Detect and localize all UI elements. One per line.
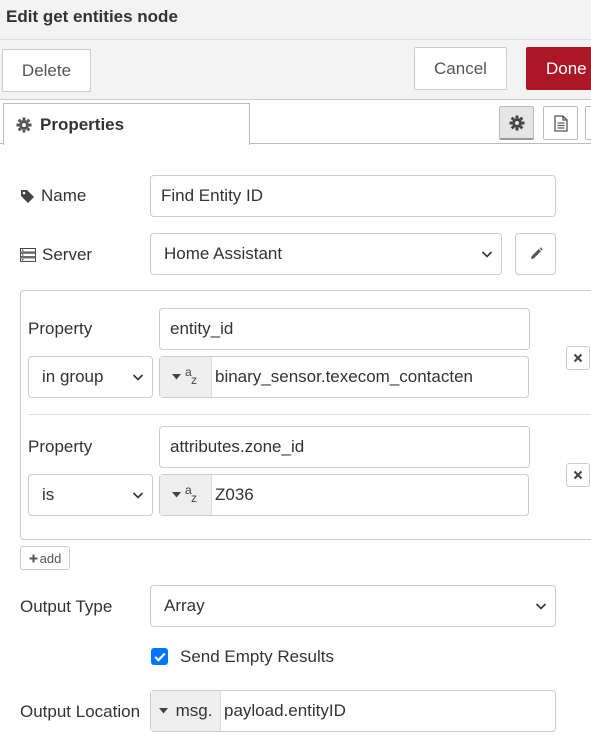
condition-value-input[interactable]: az Z036 — [159, 474, 529, 516]
caret-down-icon — [158, 708, 168, 714]
server-icon — [20, 248, 36, 262]
send-empty-results-label: Send Empty Results — [180, 647, 335, 666]
string-type-icon: az — [185, 483, 197, 505]
close-icon — [573, 470, 583, 480]
appearance-tab-button[interactable] — [585, 106, 591, 140]
remove-condition-button[interactable] — [566, 346, 590, 370]
add-condition-button[interactable]: add — [20, 546, 70, 570]
condition-property-label: Property — [28, 437, 93, 456]
tag-icon — [21, 189, 34, 203]
chevron-down-icon — [535, 603, 547, 610]
condition-property-input[interactable]: attributes.zone_id — [159, 426, 530, 468]
dialog-title: Edit get entities node — [6, 7, 178, 26]
plus-icon — [29, 554, 38, 562]
cancel-button[interactable]: Cancel — [414, 47, 507, 90]
type-selector-button[interactable]: msg. — [151, 691, 221, 731]
condition-property-input[interactable]: entity_id — [159, 308, 530, 350]
tab-properties-label: Properties — [40, 114, 125, 134]
condition-value-input[interactable]: az binary_sensor.texecom_contacten — [159, 356, 529, 398]
string-type-icon: az — [185, 365, 197, 387]
settings-tab-button[interactable] — [499, 106, 534, 140]
chevron-down-icon — [132, 374, 144, 381]
type-selector-button[interactable]: az — [160, 475, 212, 515]
caret-down-icon — [172, 374, 181, 380]
output-location-input[interactable]: msg. payload.entityID — [150, 690, 556, 732]
gear-icon — [16, 117, 32, 132]
condition-value-text: binary_sensor.texecom_contacten — [215, 367, 473, 386]
send-empty-results-checkbox[interactable] — [151, 648, 168, 665]
condition-divider — [28, 414, 591, 415]
name-label: Name — [20, 185, 86, 207]
output-type-value: Array — [164, 596, 205, 615]
condition-operator-select[interactable]: is — [28, 474, 153, 516]
output-type-select[interactable]: Array — [150, 585, 556, 627]
add-condition-label: add — [39, 550, 62, 566]
chevron-down-icon — [481, 251, 493, 258]
condition-property-label: Property — [28, 319, 93, 338]
close-icon — [573, 353, 583, 363]
remove-condition-button[interactable] — [566, 463, 590, 487]
dialog-header: Edit get entities node — [0, 0, 591, 40]
server-label: Server — [20, 244, 92, 266]
output-location-value: payload.entityID — [224, 701, 346, 720]
document-icon — [553, 114, 568, 132]
caret-down-icon — [172, 492, 181, 498]
tab-bar: Properties — [0, 100, 591, 145]
condition-operator-value: is — [42, 485, 55, 504]
condition-operator-select[interactable]: in group — [28, 356, 153, 398]
pencil-icon — [530, 247, 543, 259]
edit-server-button[interactable] — [515, 233, 556, 275]
output-type-label: Output Type — [20, 597, 113, 616]
server-select-value: Home Assistant — [164, 244, 283, 263]
chevron-down-icon — [132, 492, 144, 499]
description-tab-button[interactable] — [543, 106, 578, 140]
name-input[interactable]: Find Entity ID — [150, 175, 556, 217]
output-location-label: Output Location — [20, 702, 141, 721]
gear-icon — [509, 115, 524, 130]
msg-type-prefix: msg. — [175, 701, 213, 720]
condition-operator-value: in group — [42, 367, 104, 386]
done-button[interactable]: Done — [526, 47, 591, 90]
checkmark-icon — [153, 652, 166, 662]
dialog-toolbar: Delete Cancel Done — [0, 40, 591, 100]
tab-properties[interactable]: Properties — [3, 103, 250, 145]
server-select[interactable]: Home Assistant — [150, 233, 502, 275]
condition-value-text: Z036 — [215, 485, 254, 504]
type-selector-button[interactable]: az — [160, 357, 212, 397]
delete-button[interactable]: Delete — [2, 49, 91, 92]
